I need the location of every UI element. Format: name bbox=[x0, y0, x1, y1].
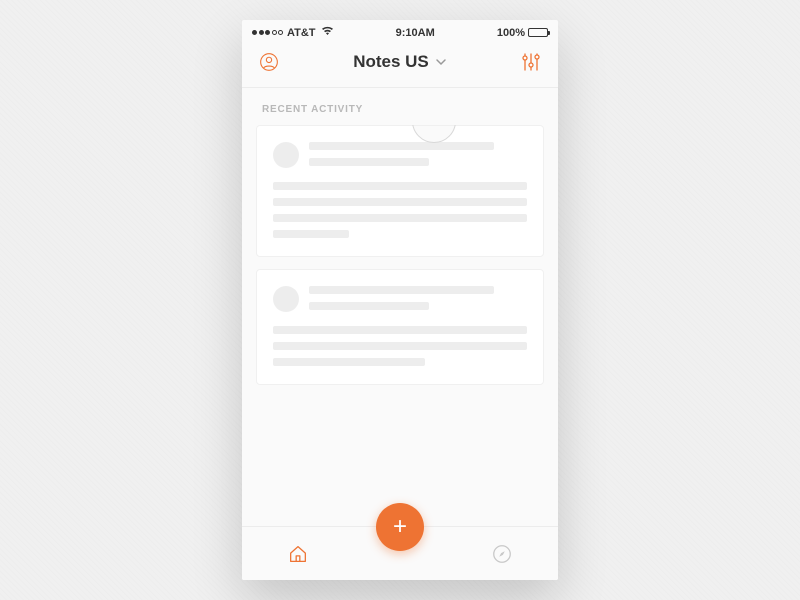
carrier-label: AT&T bbox=[287, 27, 316, 39]
title-dropdown[interactable]: Notes US bbox=[353, 52, 447, 72]
placeholder-line bbox=[273, 198, 527, 206]
status-bar: AT&T 9:10AM 100% bbox=[242, 20, 558, 41]
activity-card[interactable] bbox=[256, 269, 544, 385]
app-header: Notes US bbox=[242, 41, 558, 88]
status-right: 100% bbox=[497, 27, 548, 39]
battery-label: 100% bbox=[497, 27, 525, 39]
placeholder-line bbox=[309, 142, 494, 150]
phone-frame: AT&T 9:10AM 100% Notes US bbox=[242, 20, 558, 580]
avatar-placeholder bbox=[273, 286, 299, 312]
plus-icon: + bbox=[393, 515, 407, 539]
section-label: RECENT ACTIVITY bbox=[242, 88, 558, 125]
placeholder-line bbox=[309, 286, 494, 294]
bottom-nav: + bbox=[242, 526, 558, 580]
placeholder-line bbox=[273, 230, 349, 238]
activity-card[interactable] bbox=[256, 125, 544, 257]
home-tab[interactable] bbox=[286, 542, 310, 566]
chevron-down-icon bbox=[435, 56, 447, 68]
avatar-placeholder bbox=[273, 142, 299, 168]
profile-button[interactable] bbox=[258, 51, 280, 73]
placeholder-line bbox=[273, 342, 527, 350]
wifi-icon bbox=[321, 26, 334, 39]
placeholder-line bbox=[309, 302, 429, 310]
content-area[interactable] bbox=[242, 125, 558, 526]
status-time: 9:10AM bbox=[396, 27, 435, 39]
signal-dots-icon bbox=[252, 30, 283, 35]
placeholder-line bbox=[309, 158, 429, 166]
battery-icon bbox=[528, 28, 548, 37]
explore-tab[interactable] bbox=[490, 542, 514, 566]
header-title: Notes US bbox=[353, 52, 429, 72]
settings-button[interactable] bbox=[520, 51, 542, 73]
add-button[interactable]: + bbox=[376, 503, 424, 551]
placeholder-line bbox=[273, 358, 425, 366]
status-left: AT&T bbox=[252, 26, 334, 39]
placeholder-line bbox=[273, 182, 527, 190]
placeholder-line bbox=[273, 326, 527, 334]
placeholder-line bbox=[273, 214, 527, 222]
